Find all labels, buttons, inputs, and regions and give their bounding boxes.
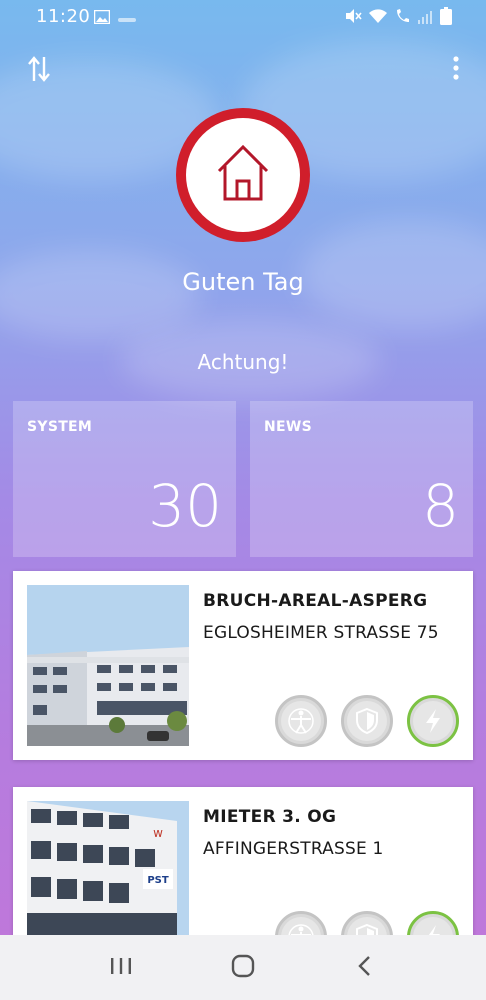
home-icon [215,143,271,207]
building-sign: PST [147,875,169,886]
tile-label: NEWS [264,419,313,435]
system-nav-bar [0,935,486,1000]
property-image [27,585,189,746]
home-nav-button[interactable] [213,943,273,993]
notification-icon [118,9,136,28]
home-circle-icon [231,954,255,982]
back-icon [357,955,373,981]
lightning-icon[interactable] [407,695,459,747]
system-tile[interactable]: SYSTEM 30 [13,401,236,557]
property-title: MIETER 3. OG [203,807,337,827]
status-bar: 11:20 [0,0,486,34]
person-vitruvian-icon[interactable] [275,695,327,747]
more-vertical-icon [453,56,459,84]
property-title: BRUCH-AREAL-ASPERG [203,591,428,611]
recent-apps-button[interactable] [91,943,151,993]
property-address: AFFINGERSTRASSE 1 [203,839,384,859]
status-time: 11:20 [36,6,91,27]
sort-arrows-icon [27,55,51,87]
battery-icon [440,7,452,29]
status-icons-row [275,695,459,747]
wifi-icon [368,8,388,28]
svg-text:w: w [153,826,163,840]
more-options-button[interactable] [446,55,466,85]
mute-icon [344,8,362,28]
back-button[interactable] [335,943,395,993]
tile-count: 30 [148,472,222,540]
greeting-text: Guten Tag [182,268,304,296]
wifi-call-icon [394,8,412,28]
recent-apps-icon [109,956,133,980]
tile-label: SYSTEM [27,419,93,435]
home-badge[interactable] [176,108,310,242]
tile-count: 8 [422,472,459,540]
property-card[interactable]: BRUCH-AREAL-ASPERG EGLOSHEIMER STRASSE 7… [13,571,473,760]
image-icon [93,9,111,28]
news-tile[interactable]: NEWS 8 [250,401,473,557]
sort-button[interactable] [24,55,54,87]
property-address: EGLOSHEIMER STRASSE 75 [203,623,439,643]
shield-icon[interactable] [341,695,393,747]
warning-text: Achtung! [197,350,289,374]
signal-icon [418,9,434,28]
